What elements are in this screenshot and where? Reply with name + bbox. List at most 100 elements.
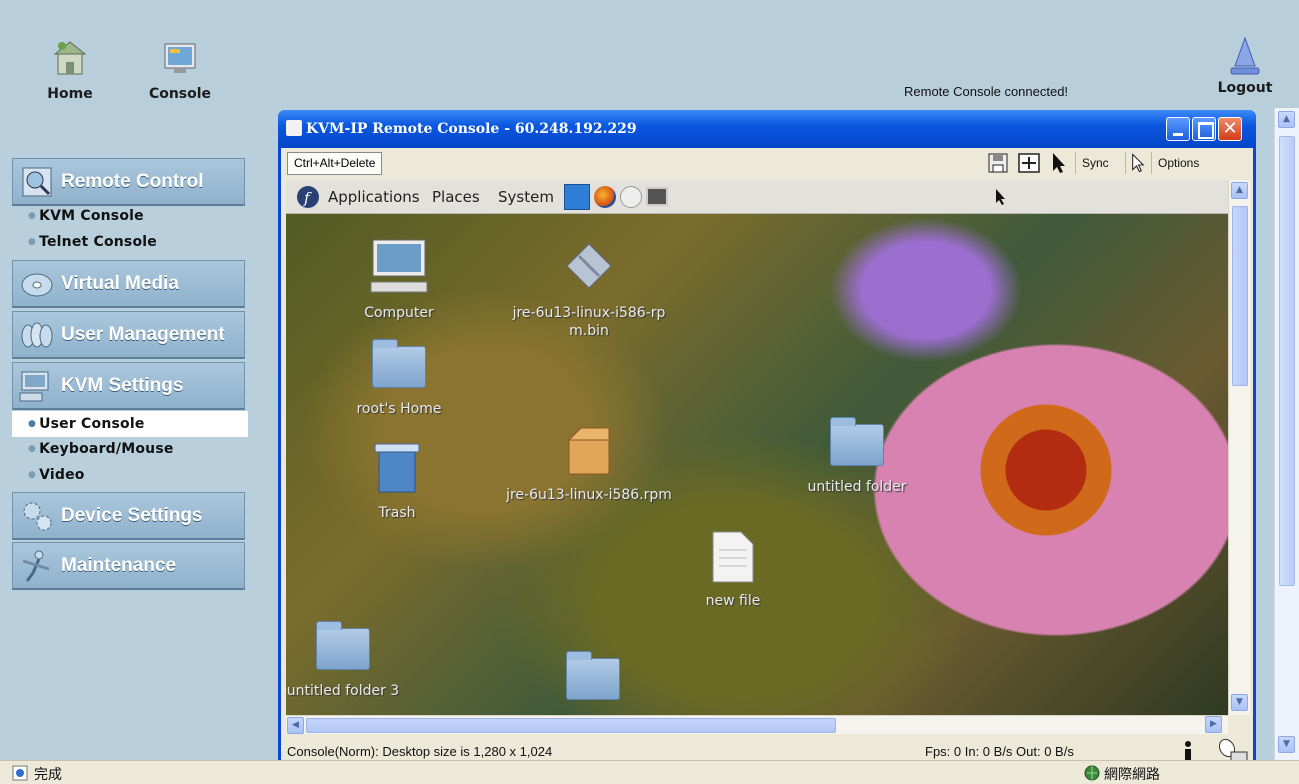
file-icon	[566, 243, 612, 289]
remote-desktop-screen[interactable]: f Applications Places System Computer jr	[286, 180, 1228, 715]
fit-screen-icon[interactable]	[1017, 152, 1041, 174]
sidebar-section-maintenance[interactable]: Maintenance	[12, 542, 245, 590]
wrench-person-icon	[17, 548, 57, 584]
cursor-icon	[996, 189, 1005, 205]
window-titlebar[interactable]: KVM-IP Remote Console - 60.248.192.229 ✕	[278, 110, 1256, 148]
browser-status-bar: 完成 網際網路	[0, 760, 1299, 784]
sidebar-section-device-settings[interactable]: Device Settings	[12, 492, 245, 540]
page-scroll-up-arrow-icon[interactable]: ▲	[1278, 111, 1295, 128]
scroll-down-arrow-icon[interactable]: ▼	[1231, 694, 1248, 711]
sync-button[interactable]: Sync	[1075, 152, 1115, 174]
menu-system[interactable]: System	[498, 188, 554, 206]
home-folder-icon	[372, 339, 426, 388]
sidebar-section-user-management[interactable]: User Management	[12, 311, 245, 359]
terminal-icon[interactable]	[646, 187, 668, 206]
close-button[interactable]: ✕	[1218, 117, 1242, 141]
desktop-icon-untitled-folder-3[interactable]: untitled folder 3	[286, 621, 408, 700]
console-label: Console	[148, 86, 212, 102]
ctrl-alt-delete-button[interactable]: Ctrl+Alt+Delete	[287, 152, 383, 175]
ie-page-icon	[12, 765, 28, 781]
desktop-icon-label: new file	[705, 593, 761, 609]
desktop-icon-folder-partial[interactable]	[528, 651, 658, 700]
connection-status: Remote Console connected!	[904, 84, 1069, 99]
scroll-left-arrow-icon[interactable]: ◀	[287, 717, 304, 734]
sidebar-section-virtual-media[interactable]: Virtual Media	[12, 260, 245, 308]
java-app-icon	[286, 120, 302, 136]
menu-applications[interactable]: Applications	[328, 188, 420, 206]
sidebar-section-remote-control[interactable]: Remote Control	[12, 158, 245, 206]
sidebar-section-label: Remote Control	[61, 170, 204, 192]
close-icon: ✕	[1222, 118, 1238, 139]
logout-icon	[1230, 36, 1260, 75]
desktop-icon-label: jre-6u13-linux-i586-rpm.bin	[512, 305, 666, 339]
sidebar-section-label: Virtual Media	[61, 272, 179, 294]
console-horizontal-scrollbar[interactable]: ◀	[286, 715, 1228, 734]
fps-status: Fps: 0 In: 0 B/s Out: 0 B/s	[925, 744, 1074, 759]
folder-icon	[566, 651, 620, 700]
page-vertical-scrollbar[interactable]: ▲ ▼	[1274, 108, 1299, 760]
horizontal-scroll-thumb[interactable]	[306, 718, 836, 733]
menu-places[interactable]: Places	[432, 188, 480, 206]
scroll-right-arrow-icon[interactable]: ▶	[1205, 716, 1222, 733]
monitor-keyboard-icon	[17, 368, 57, 404]
sidebar: Remote Control KVM Console Telnet Consol…	[0, 108, 260, 760]
internet-zone-icon	[1084, 765, 1100, 781]
mouse-pointer-icon[interactable]	[1047, 152, 1071, 174]
sidebar-item-kvm-console[interactable]: KVM Console	[28, 208, 144, 224]
sidebar-section-label: Maintenance	[61, 554, 177, 576]
gnome-top-panel: f Applications Places System	[286, 180, 1228, 214]
sidebar-item-telnet-console[interactable]: Telnet Console	[28, 234, 157, 250]
top-header: Home Console Remote Console connected! L…	[0, 0, 1299, 108]
trash-icon	[374, 443, 420, 493]
sidebar-item-keyboard-mouse[interactable]: Keyboard/Mouse	[28, 441, 174, 457]
sidebar-item-user-console[interactable]: User Console	[12, 411, 248, 437]
home-label: Home	[47, 86, 93, 102]
console-icon	[164, 43, 196, 73]
desktop-icon-roots-home[interactable]: root's Home	[334, 339, 464, 418]
sidebar-item-video[interactable]: Video	[28, 467, 85, 483]
window-title: KVM-IP Remote Console - 60.248.192.229	[306, 121, 637, 137]
mail-icon[interactable]	[620, 186, 642, 208]
home-button[interactable]: Home	[30, 38, 110, 102]
options-button[interactable]: Options	[1151, 152, 1205, 174]
disc-icon	[17, 266, 57, 302]
desktop-icon-jre-bin[interactable]: jre-6u13-linux-i586-rpm.bin	[504, 240, 674, 340]
computer-icon	[370, 239, 428, 293]
folder-icon	[830, 417, 884, 466]
package-icon	[567, 427, 610, 475]
kvm-console-window: KVM-IP Remote Console - 60.248.192.229 ✕…	[278, 110, 1256, 768]
desktop-icon-label: untitled folder 3	[286, 683, 400, 699]
firefox-icon[interactable]	[594, 186, 616, 208]
desktop-icon-untitled-folder[interactable]: untitled folder	[792, 417, 922, 496]
desktop-size-status: Console(Norm): Desktop size is 1,280 x 1…	[287, 744, 553, 759]
maximize-button[interactable]	[1192, 117, 1216, 141]
magnifier-icon	[17, 164, 57, 200]
desktop-icon-label: Computer	[364, 305, 434, 321]
sidebar-section-label: User Management	[61, 323, 225, 345]
desktop-icon-computer[interactable]: Computer	[334, 238, 464, 322]
sidebar-section-label: Device Settings	[61, 504, 203, 526]
desktop-icon-trash[interactable]: Trash	[332, 442, 462, 522]
minimize-button[interactable]	[1166, 117, 1190, 141]
desktop-icon-new-file[interactable]: new file	[668, 530, 798, 610]
internet-zone-label: 網際網路	[1104, 767, 1160, 783]
scroll-up-arrow-icon[interactable]: ▲	[1231, 182, 1248, 199]
folder-icon	[316, 621, 370, 670]
logout-label: Logout	[1217, 80, 1273, 96]
pointer-outline-icon[interactable]	[1125, 152, 1149, 174]
page-scroll-down-arrow-icon[interactable]: ▼	[1278, 736, 1295, 753]
sidebar-section-kvm-settings[interactable]: KVM Settings	[12, 362, 245, 410]
console-button[interactable]: Console	[140, 38, 220, 102]
console-vertical-scrollbar[interactable]: ▲ ▼	[1228, 180, 1250, 715]
browser-status-text: 完成	[34, 767, 62, 783]
page-scroll-thumb[interactable]	[1279, 136, 1295, 586]
desktop-icon-label: Trash	[378, 505, 416, 521]
desktop-icon-jre-rpm[interactable]: jre-6u13-linux-i586.rpm	[504, 426, 674, 504]
system-monitor-icon[interactable]	[564, 184, 590, 210]
save-icon[interactable]	[987, 152, 1011, 174]
vertical-scroll-thumb[interactable]	[1232, 206, 1248, 386]
logout-button[interactable]: Logout	[1205, 36, 1285, 96]
users-icon	[17, 317, 57, 353]
console-toolbar: Ctrl+Alt+Delete Sync Options	[281, 148, 1253, 178]
fedora-logo-icon[interactable]: f	[296, 185, 320, 209]
